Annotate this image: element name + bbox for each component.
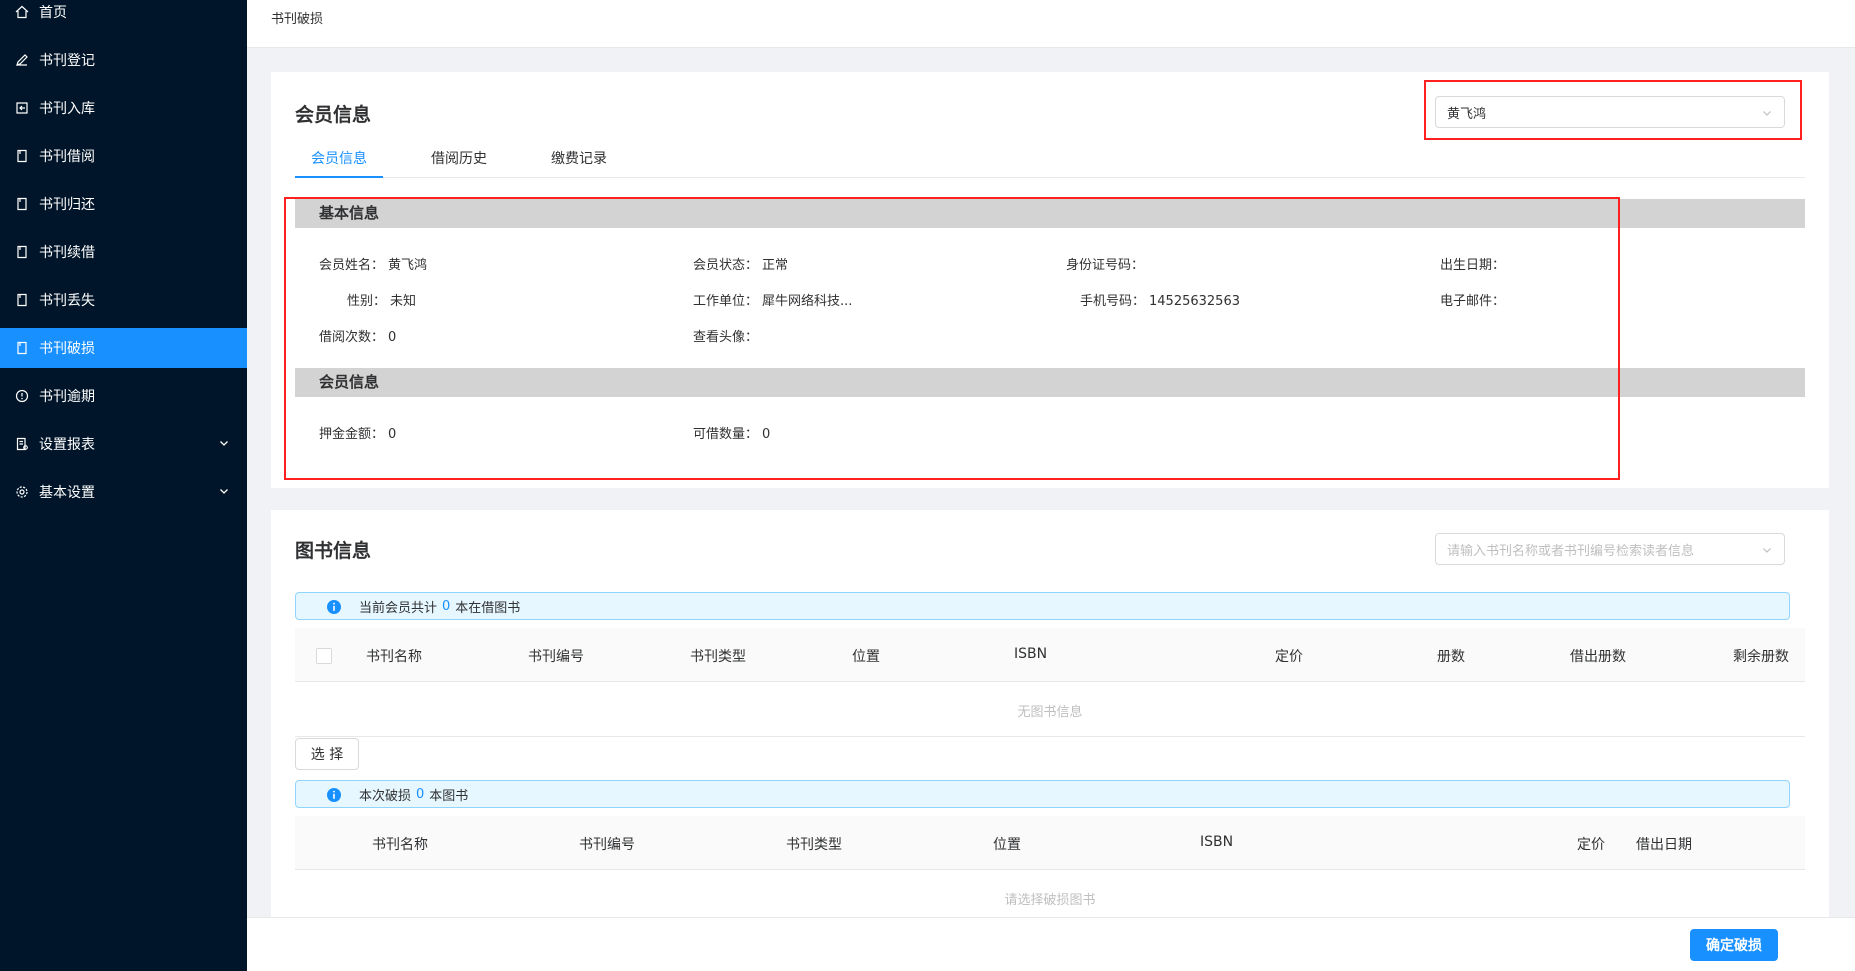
borrowed-books-table-header: 书刊名称 书刊编号 书刊类型 位置 ISBN 定价 册数 借出册数 剩余册数 (295, 628, 1805, 682)
damaged-count-alert: 本次破损 0 本图书 (295, 780, 1790, 808)
sidebar-item-return[interactable]: 书刊归还 (0, 184, 247, 224)
pen-icon (15, 53, 29, 67)
breadcrumb: 书刊破损 (271, 12, 324, 27)
col-book-type: 书刊类型 (786, 837, 842, 853)
tab-borrow-history[interactable]: 借阅历史 (431, 148, 487, 168)
col-book-code: 书刊编号 (528, 649, 584, 665)
info-icon (327, 600, 341, 614)
col-isbn: ISBN (1200, 834, 1234, 850)
borrow-quota-field: 可借数量： 0 (693, 427, 771, 442)
select-all-checkbox[interactable] (316, 648, 332, 664)
book-card-title: 图书信息 (295, 540, 372, 562)
member-card-title: 会员信息 (295, 104, 372, 126)
sidebar-item-register[interactable]: 书刊登记 (0, 40, 247, 80)
home-icon (15, 5, 29, 19)
col-price: 定价 (1275, 649, 1303, 665)
confirm-damage-button[interactable]: 确定破损 (1690, 929, 1778, 961)
sidebar-item-label: 书刊破损 (39, 341, 95, 357)
damaged-books-table-header: 书刊名称 书刊编号 书刊类型 位置 ISBN 定价 借出日期 (295, 816, 1805, 870)
book-search-placeholder: 请输入书刊名称或者书刊编号检索读者信息 (1447, 543, 1695, 559)
book-icon (15, 245, 29, 259)
select-books-button[interactable]: 选 择 (295, 738, 359, 770)
import-icon (15, 101, 29, 115)
gear-icon (15, 485, 29, 499)
active-tab-indicator (295, 176, 383, 178)
col-copies: 册数 (1437, 649, 1465, 665)
info-icon (327, 788, 341, 802)
footer-bar (247, 917, 1855, 971)
work-unit-field: 工作单位： 犀牛网络科技... (693, 294, 853, 309)
col-remaining-copies: 剩余册数 (1733, 649, 1789, 665)
tab-member-info[interactable]: 会员信息 (311, 148, 367, 168)
sidebar-item-renew[interactable]: 书刊续借 (0, 232, 247, 272)
birth-date-field: 出生日期： (1440, 258, 1506, 273)
book-icon (15, 197, 29, 211)
table2-empty-text: 请选择破损图书 (1004, 893, 1096, 908)
sidebar-item-label: 基本设置 (39, 485, 95, 501)
sidebar-item-label: 首页 (39, 5, 67, 21)
report-icon (15, 437, 29, 451)
chevron-down-icon (220, 489, 228, 494)
book-search-select[interactable]: 请输入书刊名称或者书刊编号检索读者信息 (1435, 533, 1785, 565)
sidebar-item-overdue[interactable]: 书刊逾期 (0, 376, 247, 416)
member-section-header: 会员信息 (295, 368, 1805, 397)
sidebar-item-reports[interactable]: 设置报表 (0, 424, 247, 464)
tab-payment-records[interactable]: 缴费记录 (551, 148, 607, 168)
sidebar-item-borrow[interactable]: 书刊借阅 (0, 136, 247, 176)
breadcrumb-bar: 书刊破损 (247, 0, 1855, 48)
chevron-down-icon (1763, 111, 1771, 116)
col-book-code: 书刊编号 (579, 837, 635, 853)
book-info-card: 图书信息 请输入书刊名称或者书刊编号检索读者信息 当前会员共计 0 本在借图书 书刊… (271, 510, 1829, 920)
sidebar: 首页 书刊登记 书刊入库 书刊借阅 书刊归还 书刊续借 书刊丢失 书刊破损 书刊… (0, 0, 247, 971)
col-location: 位置 (993, 837, 1021, 853)
phone-field: 手机号码： 14525632563 (1080, 294, 1240, 309)
sidebar-item-label: 书刊续借 (39, 245, 95, 261)
member-info-card: 会员信息 黄飞鸿 会员信息 借阅历史 缴费记录 基本信息 会员姓名： 黄飞鸿 会员… (271, 72, 1829, 488)
sidebar-item-label: 书刊借阅 (39, 149, 95, 165)
chevron-down-icon (220, 441, 228, 446)
sidebar-item-damaged[interactable]: 书刊破损 (0, 328, 247, 368)
chevron-down-icon (1763, 548, 1771, 553)
sidebar-item-label: 书刊逾期 (39, 389, 95, 405)
sidebar-item-label: 设置报表 (39, 437, 95, 453)
book-icon (15, 341, 29, 355)
id-number-field: 身份证号码： (1066, 258, 1145, 273)
col-borrow-date: 借出日期 (1636, 837, 1692, 853)
member-name-field: 会员姓名： 黄飞鸿 (319, 258, 428, 273)
sidebar-item-import[interactable]: 书刊入库 (0, 88, 247, 128)
col-book-name: 书刊名称 (372, 837, 428, 853)
view-avatar-field[interactable]: 查看头像： (693, 326, 762, 345)
member-select[interactable]: 黄飞鸿 (1435, 96, 1785, 128)
member-tabs: 会员信息 借阅历史 缴费记录 (295, 136, 1805, 178)
col-book-type: 书刊类型 (690, 649, 746, 665)
sidebar-item-lost[interactable]: 书刊丢失 (0, 280, 247, 320)
basic-info-section-header: 基本信息 (295, 199, 1805, 228)
sidebar-item-label: 书刊归还 (39, 197, 95, 213)
deposit-field: 押金金额： 0 (319, 427, 397, 442)
book-icon (15, 293, 29, 307)
member-status-field: 会员状态： 正常 (693, 258, 789, 273)
col-price: 定价 (1577, 837, 1605, 853)
divider (295, 736, 1805, 737)
member-select-value: 黄飞鸿 (1447, 106, 1487, 122)
col-isbn: ISBN (1014, 646, 1048, 662)
sidebar-item-label: 书刊丢失 (39, 293, 95, 309)
sidebar-item-label: 书刊登记 (39, 53, 95, 69)
borrowed-count-alert: 当前会员共计 0 本在借图书 (295, 592, 1790, 620)
gender-field: 性别： 未知 (347, 294, 417, 309)
col-location: 位置 (852, 649, 880, 665)
sidebar-item-label: 书刊入库 (39, 101, 95, 117)
clock-icon (15, 389, 29, 403)
email-field: 电子邮件： (1440, 294, 1506, 309)
col-borrowed-copies: 借出册数 (1570, 649, 1626, 665)
book-icon (15, 149, 29, 163)
col-book-name: 书刊名称 (366, 649, 422, 665)
table1-empty-text: 无图书信息 (1017, 705, 1083, 720)
borrow-count-field: 借阅次数： 0 (319, 330, 397, 345)
sidebar-item-settings[interactable]: 基本设置 (0, 472, 247, 512)
sidebar-item-home[interactable]: 首页 (0, 0, 247, 32)
